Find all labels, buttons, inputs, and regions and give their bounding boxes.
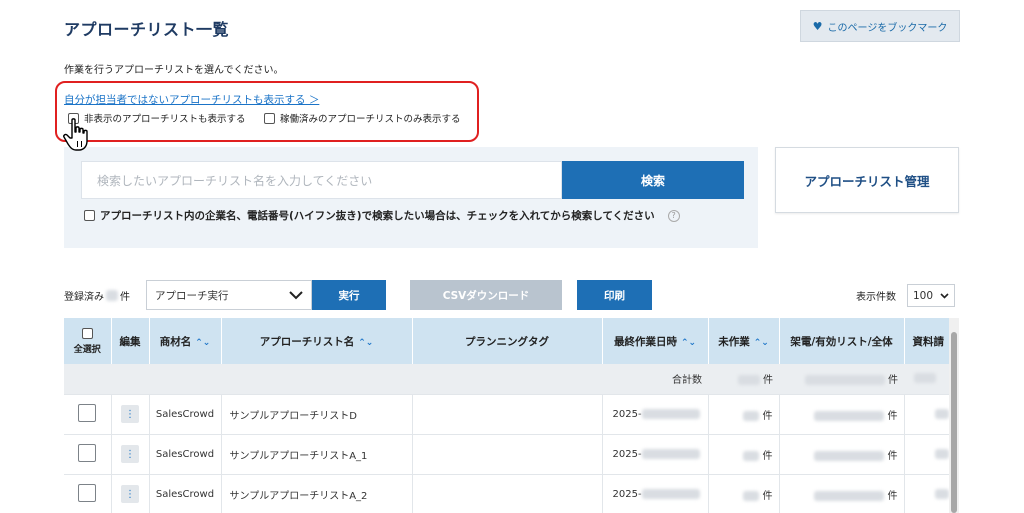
table-header-row: 全選択 編集 商材名 ⌃⌄ アプローチリスト名 ⌃⌄ プランニングタグ 最終作業日時… <box>64 318 949 364</box>
registered-count-value <box>106 290 118 301</box>
search-input[interactable]: 検索したいアプローチリスト名を入力してください <box>81 161 562 199</box>
row-unworked: 件 <box>708 434 780 475</box>
more-icon[interactable]: ⋮ <box>121 405 139 423</box>
total-calls: 件 <box>779 364 904 395</box>
row-unit: 件 <box>762 410 773 422</box>
registered-prefix: 登録済み <box>64 292 104 303</box>
hand-cursor-icon <box>63 118 88 151</box>
row-product: SalesCrowd <box>149 474 222 513</box>
last-work-header[interactable]: 最終作業日時 ⌃⌄ <box>602 318 709 364</box>
row-planning-tag <box>412 434 603 475</box>
sort-icon[interactable]: ⌃⌄ <box>358 338 373 348</box>
table-row[interactable]: ⋮ SalesCrowd サンプルアプローチリストA_1 2025- 件 件 <box>64 434 949 475</box>
highlight-annotation <box>55 81 479 142</box>
product-header[interactable]: 商材名 ⌃⌄ <box>149 318 222 364</box>
total-unworked: 件 <box>708 364 779 395</box>
docs-header: 資料請 <box>904 318 949 364</box>
row-unit: 件 <box>887 490 898 502</box>
row-calls: 件 <box>779 434 905 475</box>
table-scroll-thumb[interactable] <box>951 332 957 513</box>
bookmark-label: このページをブックマーク <box>827 22 948 34</box>
unworked-header-label: 未作業 <box>718 335 750 348</box>
row-last-work: 2025- <box>602 394 709 435</box>
csv-download-button[interactable]: CSVダウンロード <box>410 280 562 310</box>
approach-list-table: 全選択 編集 商材名 ⌃⌄ アプローチリスト名 ⌃⌄ プランニングタグ 最終作業日時… <box>64 318 949 513</box>
calls-header: 架電/有効リスト/全体 <box>779 318 905 364</box>
list-name-header-label: アプローチリスト名 <box>259 335 355 348</box>
row-docs <box>904 394 949 435</box>
count-unit: 件 <box>888 375 898 387</box>
page-title: アプローチリスト一覧 <box>64 20 230 39</box>
run-button[interactable]: 実行 <box>312 280 386 310</box>
row-planning-tag <box>412 474 603 513</box>
chevron-down-icon <box>940 292 949 299</box>
row-unit: 件 <box>762 490 773 502</box>
row-unit: 件 <box>762 450 773 462</box>
select-all-checkbox[interactable] <box>81 327 93 339</box>
row-date-prefix: 2025- <box>612 408 642 420</box>
more-icon[interactable]: ⋮ <box>121 445 139 463</box>
row-checkbox[interactable] <box>78 483 97 502</box>
search-button[interactable]: 検索 <box>562 161 744 199</box>
row-docs <box>904 474 949 513</box>
row-last-work: 2025- <box>602 474 709 513</box>
search-placeholder: 検索したいアプローチリスト名を入力してください <box>97 173 373 188</box>
row-unworked: 件 <box>708 474 780 513</box>
planning-tag-header: プランニングタグ <box>412 318 603 364</box>
row-date-prefix: 2025- <box>612 448 642 460</box>
sort-icon[interactable]: ⌃⌄ <box>195 338 210 348</box>
search-note: アプローチリスト内の企業名、電話番号(ハイフン抜き)で検索したい場合は、チェック… <box>84 208 680 223</box>
product-header-label: 商材名 <box>159 335 192 348</box>
total-label: 合計数 <box>602 364 708 395</box>
heart-icon: ♥ <box>812 19 823 33</box>
row-list-name[interactable]: サンプルアプローチリストA_2 <box>221 474 413 513</box>
search-note-text: アプローチリスト内の企業名、電話番号(ハイフン抜き)で検索したい場合は、チェック… <box>100 210 655 222</box>
table-row[interactable]: ⋮ SalesCrowd サンプルアプローチリストA_2 2025- 件 件 <box>64 474 949 513</box>
row-calls: 件 <box>779 394 905 435</box>
select-all-label: 全選択 <box>73 344 101 355</box>
row-unworked: 件 <box>708 394 780 435</box>
edit-header: 編集 <box>111 318 150 364</box>
last-work-header-label: 最終作業日時 <box>613 335 677 348</box>
registered-suffix: 件 <box>120 292 130 303</box>
row-date-prefix: 2025- <box>612 488 642 500</box>
row-last-work: 2025- <box>602 434 709 475</box>
table-row[interactable]: ⋮ SalesCrowd サンプルアプローチリストD 2025- 件 件 <box>64 394 949 435</box>
per-page-value: 100 <box>913 289 934 302</box>
total-docs <box>904 364 949 395</box>
total-row: 合計数 件 件 <box>64 364 949 395</box>
row-unit: 件 <box>887 410 898 422</box>
search-in-list-checkbox[interactable] <box>84 210 95 221</box>
action-select-value: アプローチ実行 <box>155 289 229 302</box>
action-select[interactable]: アプローチ実行 <box>146 280 312 310</box>
sort-icon[interactable]: ⌃⌄ <box>754 338 769 348</box>
row-checkbox[interactable] <box>78 443 97 462</box>
manage-list-button[interactable]: アプローチリスト管理 <box>775 147 959 213</box>
row-planning-tag <box>412 394 603 435</box>
row-unit: 件 <box>887 450 898 462</box>
per-page-select[interactable]: 100 <box>907 284 955 307</box>
more-icon[interactable]: ⋮ <box>121 485 139 503</box>
row-docs <box>904 434 949 475</box>
row-checkbox[interactable] <box>78 403 97 422</box>
row-list-name[interactable]: サンプルアプローチリストA_1 <box>221 434 413 475</box>
select-all-header[interactable]: 全選択 <box>64 318 112 364</box>
row-product: SalesCrowd <box>149 394 222 435</box>
print-button[interactable]: 印刷 <box>577 280 652 310</box>
count-unit: 件 <box>763 375 773 387</box>
row-product: SalesCrowd <box>149 434 222 475</box>
registered-count: 登録済み 件 <box>64 288 130 303</box>
unworked-header[interactable]: 未作業 ⌃⌄ <box>708 318 780 364</box>
sort-icon[interactable]: ⌃⌄ <box>681 338 696 348</box>
per-page-label: 表示件数 <box>856 292 896 303</box>
instruction-text: 作業を行うアプローチリストを選んでください。 <box>64 65 284 76</box>
bookmark-button[interactable]: ♥ このページをブックマーク <box>800 10 960 42</box>
chevron-down-icon <box>289 290 303 299</box>
help-icon[interactable]: ? <box>667 209 680 222</box>
list-name-header[interactable]: アプローチリスト名 ⌃⌄ <box>221 318 413 364</box>
row-calls: 件 <box>779 474 905 513</box>
row-list-name[interactable]: サンプルアプローチリストD <box>221 394 413 435</box>
